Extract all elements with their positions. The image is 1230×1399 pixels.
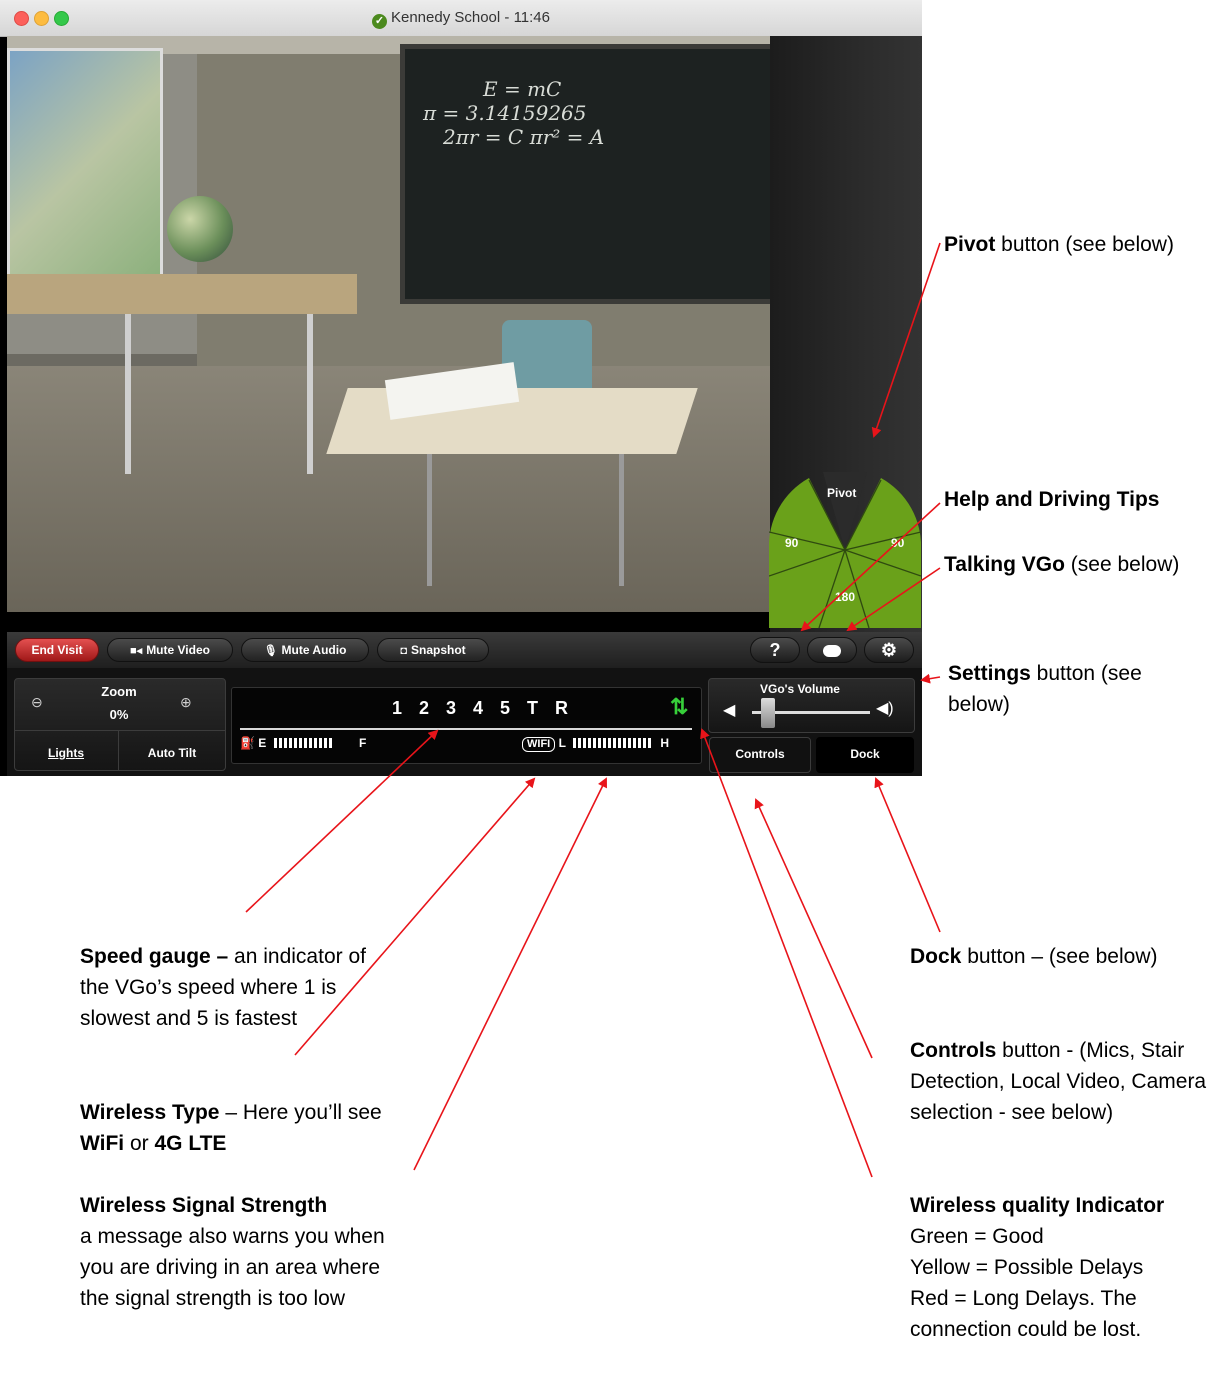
annotation-arrows [245,242,941,1178]
